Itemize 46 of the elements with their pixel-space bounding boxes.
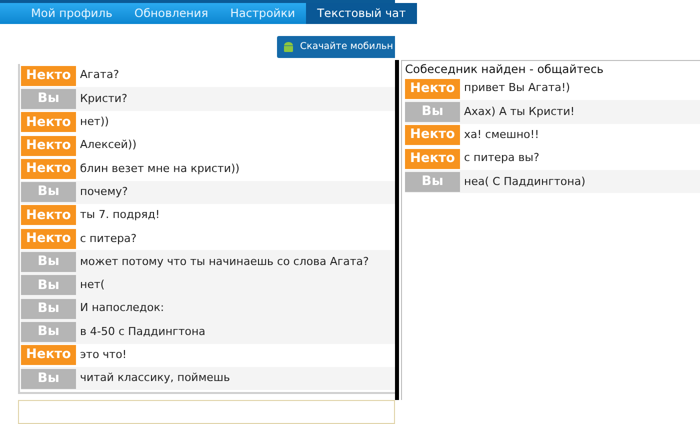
status-text: Собеседник найден - общайтесь: [405, 62, 605, 77]
sender-badge: Некто: [405, 148, 460, 169]
nav-tab[interactable]: Мой профиль: [20, 3, 124, 24]
sender-badge: Вы: [21, 322, 76, 342]
message-text: с питера вы?: [464, 150, 540, 166]
nav-tab[interactable]: Обновления: [123, 3, 220, 24]
message-text: Агата?: [80, 67, 120, 84]
sender-badge: Вы: [21, 182, 76, 202]
sender-badge: Вы: [21, 275, 76, 296]
sender-badge: Некто: [405, 125, 460, 146]
download-button[interactable]: Скачайте мобильн: [277, 36, 395, 58]
message-text: читай классику, поймешь: [80, 370, 230, 386]
sender-badge: Некто: [405, 78, 460, 99]
message-input[interactable]: [18, 400, 395, 424]
message-text: Алексей)): [80, 137, 137, 154]
message-text: блин везет мне на кристи)): [80, 160, 240, 177]
nav-tab[interactable]: Текстовый чат: [306, 3, 417, 24]
sender-badge: Некто: [21, 136, 76, 156]
sender-badge: Вы: [21, 368, 76, 389]
nav-tab[interactable]: Настройки: [219, 3, 306, 24]
message-text: с питера?: [80, 230, 137, 246]
message-text: ха! смешно!!: [464, 126, 540, 143]
message-text: почему?: [80, 184, 128, 200]
sender-badge: Некто: [21, 345, 76, 366]
message-text: нет(: [80, 277, 105, 294]
sender-badge: Некто: [21, 66, 76, 86]
message-text: в 4-50 с Паддингтона: [80, 324, 206, 340]
message-text: И напоследок:: [80, 300, 164, 316]
message-text: это что!: [80, 346, 127, 363]
sender-badge: Некто: [21, 158, 76, 179]
sender-badge: Вы: [405, 172, 460, 192]
android-icon: [283, 40, 294, 54]
message-text: ты 7. подряд!: [80, 207, 160, 224]
sender-badge: Некто: [21, 205, 76, 226]
message-text: неа( С Паддингтона): [464, 174, 586, 190]
sender-badge: Вы: [21, 252, 76, 272]
message-text: привет Вы Агата!): [464, 80, 570, 96]
sender-badge: Некто: [21, 228, 76, 249]
sender-badge: Вы: [405, 102, 460, 122]
sender-badge: Некто: [21, 112, 76, 132]
sender-badge: Вы: [21, 88, 76, 109]
message-text: Ахах) А ты Кристи!: [464, 104, 575, 120]
message-text: Кристи?: [80, 90, 128, 107]
sender-badge: Вы: [21, 298, 76, 319]
message-text: нет)): [80, 114, 109, 130]
message-text: может потому что ты начинаешь со слова Агата?: [80, 254, 369, 270]
